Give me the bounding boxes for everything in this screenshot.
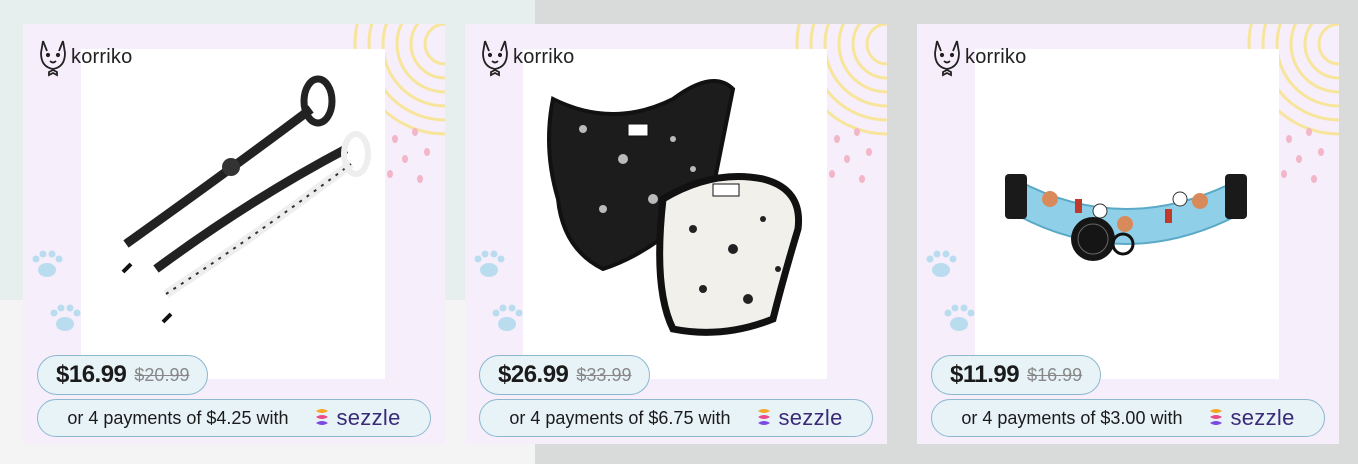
sezzle-wordmark: sezzle <box>336 405 401 430</box>
leash-illustration <box>121 75 371 324</box>
brand-logo: korriko <box>37 37 132 77</box>
price-badge: $26.99 $33.99 <box>479 355 651 395</box>
product-image[interactable] <box>975 49 1279 379</box>
harness-illustration <box>547 79 803 336</box>
collar-illustration <box>1005 174 1247 261</box>
bulldog-icon <box>482 40 508 77</box>
sezzle-logo: sezzle <box>754 405 842 431</box>
paw-print-decoration <box>32 250 81 331</box>
sezzle-wordmark: sezzle <box>778 405 843 430</box>
sale-price: $26.99 <box>498 361 569 388</box>
bulldog-icon <box>934 40 960 77</box>
product-card-3[interactable]: korriko $11.99 $16.99 or 4 payments of $… <box>917 24 1339 444</box>
price-badge: $11.99 $16.99 <box>931 355 1102 395</box>
paw-print-decoration <box>926 250 975 331</box>
original-price: $20.99 <box>134 364 190 385</box>
brand-name: korriko <box>71 45 133 68</box>
product-image[interactable] <box>81 49 385 379</box>
product-image[interactable] <box>523 49 827 379</box>
sezzle-installment-button[interactable]: or 4 payments of $4.25 with sezzle <box>37 399 431 437</box>
sezzle-logo: sezzle <box>312 405 400 431</box>
price-badge: $16.99 $20.99 <box>37 355 209 395</box>
sezzle-icon <box>316 409 329 425</box>
brand-name: korriko <box>965 45 1027 68</box>
bulldog-icon <box>40 40 66 77</box>
installment-text: or 4 payments of $3.00 with <box>961 407 1183 428</box>
product-card-1[interactable]: korriko $16.99 $20.99 or 4 payments of $… <box>23 24 445 444</box>
brand-name: korriko <box>513 45 575 68</box>
sezzle-installment-button[interactable]: or 4 payments of $3.00 with sezzle <box>931 399 1325 437</box>
sezzle-wordmark: sezzle <box>1230 405 1295 430</box>
original-price: $33.99 <box>576 364 632 385</box>
sale-price: $16.99 <box>56 361 127 388</box>
brand-logo: korriko <box>931 37 1026 77</box>
sale-price: $11.99 <box>950 361 1020 388</box>
sezzle-logo: sezzle <box>1206 405 1294 431</box>
installment-text: or 4 payments of $6.75 with <box>509 407 731 428</box>
sezzle-icon <box>758 409 771 425</box>
paw-print-decoration <box>474 250 523 331</box>
brand-logo: korriko <box>479 37 574 77</box>
installment-text: or 4 payments of $4.25 with <box>67 407 289 428</box>
sezzle-installment-button[interactable]: or 4 payments of $6.75 with sezzle <box>479 399 873 437</box>
product-card-2[interactable]: korriko $26.99 $33.99 or 4 payments of $… <box>465 24 887 444</box>
original-price: $16.99 <box>1027 364 1083 385</box>
sezzle-icon <box>1210 409 1223 425</box>
